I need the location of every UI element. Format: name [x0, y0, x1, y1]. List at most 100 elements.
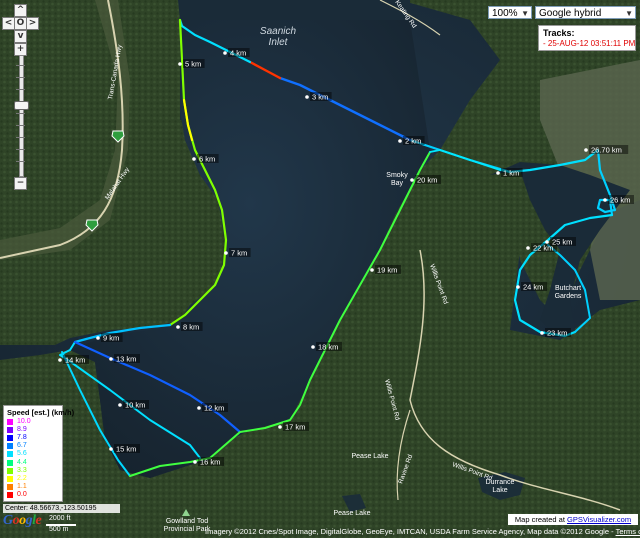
- km-marker-dot: [109, 357, 113, 361]
- smoky-bay-label-2: Bay: [391, 180, 404, 187]
- km-marker-dot: [58, 358, 62, 362]
- legend-swatch: [7, 483, 13, 490]
- km-marker-dot: [540, 331, 544, 335]
- km-marker-dot: [370, 268, 374, 272]
- zoom-percent-select[interactable]: 100% ▼: [488, 6, 532, 19]
- km-marker-label: 16 km: [200, 458, 220, 467]
- legend-value: 5.6: [17, 450, 27, 458]
- legend-entry: 7.8: [7, 434, 59, 442]
- map-type-select[interactable]: Google hybrid ▼: [535, 6, 636, 19]
- zoom-slider-track[interactable]: [19, 55, 24, 177]
- legend-swatch: [7, 491, 13, 498]
- map-type-value: Google hybrid: [539, 8, 602, 19]
- legend-value: 3.3: [17, 466, 27, 474]
- credit-prefix: Map created at: [514, 515, 568, 524]
- legend-swatch: [7, 475, 13, 482]
- legend-value: 8.9: [17, 426, 27, 434]
- km-marker-label: 19 km: [377, 266, 397, 275]
- km-marker-label: 4 km: [230, 49, 246, 58]
- km-marker-label: 17 km: [285, 423, 305, 432]
- zoom-tick: [16, 65, 25, 66]
- km-marker-label: 14 km: [65, 356, 85, 365]
- inlet-name-line1: Saanich: [260, 26, 297, 37]
- map-attribution: Imagery ©2012 Cnes/Spot Image, DigitalGl…: [205, 527, 640, 536]
- km-marker-dot: [176, 325, 180, 329]
- legend-value: 4.4: [17, 458, 27, 466]
- satellite-map[interactable]: 1 km 2 km 3 km 4 km 5 km 6 km 7 km 8 km 9 km 10 k…: [0, 0, 640, 538]
- km-marker-dot: [496, 171, 500, 175]
- km-marker-dot: [96, 336, 100, 340]
- pan-right-button[interactable]: >: [26, 17, 39, 30]
- legend-swatch: [7, 435, 13, 442]
- km-marker-label: 20 km: [417, 176, 437, 185]
- km-marker-label: 12 km: [204, 404, 224, 413]
- pan-up-button[interactable]: ^: [14, 4, 27, 17]
- gpsvisualizer-link[interactable]: GPSVisualizer.com: [567, 515, 631, 524]
- tracks-title: Tracks:: [543, 28, 575, 38]
- google-logo-letter: e: [35, 513, 42, 528]
- km-marker-label: 6 km: [199, 155, 215, 164]
- zoom-percent-value: 100%: [492, 8, 518, 19]
- map-scale: 2000 ft 500 m: [46, 515, 76, 533]
- terms-of-use-link[interactable]: Terms of Use: [616, 527, 640, 536]
- km-marker-dot: [516, 285, 520, 289]
- km-marker-label: 9 km: [103, 334, 119, 343]
- zoom-tick: [16, 89, 25, 90]
- pease-lake-label: Pease Lake: [352, 453, 389, 460]
- zoom-tick: [16, 161, 25, 162]
- km-marker-dot: [398, 139, 402, 143]
- google-logo[interactable]: Google: [3, 513, 42, 529]
- google-logo-letter: G: [3, 513, 13, 528]
- legend-entry: 10.0: [7, 418, 59, 426]
- km-marker-label: 23 km: [547, 329, 567, 338]
- legend-entry: 5.6: [7, 450, 59, 458]
- legend-entry: 4.4: [7, 458, 59, 466]
- legend-value: 2.2: [17, 474, 27, 482]
- legend-value: 6.7: [17, 442, 27, 450]
- center-coordinates: Center: 48.56673,-123.50195: [3, 504, 120, 513]
- km-marker-dot: [278, 425, 282, 429]
- chevron-down-icon: ▼: [625, 9, 633, 18]
- attribution-text: Imagery ©2012 Cnes/Spot Image, DigitalGl…: [205, 527, 616, 536]
- gardens-label-1: Butchart: [555, 285, 581, 292]
- km-marker-dot: [178, 62, 182, 66]
- gardens-label-2: Gardens: [555, 293, 582, 300]
- km-marker-dot: [526, 246, 530, 250]
- km-marker-label: 26 km: [610, 196, 630, 205]
- km-marker-label: 8 km: [183, 323, 199, 332]
- credit-box: Map created at GPSVisualizer.com: [508, 514, 638, 525]
- km-marker-label: 26.70 km: [591, 146, 622, 155]
- legend-swatch: [7, 459, 13, 466]
- zoom-slider-handle[interactable]: [14, 101, 29, 110]
- legend-entry: 2.2: [7, 475, 59, 483]
- chevron-down-icon: ▼: [521, 9, 529, 18]
- km-marker-label: 2 km: [405, 137, 421, 146]
- legend-value: 0.0: [17, 490, 27, 498]
- km-marker-label: 13 km: [116, 355, 136, 364]
- km-marker-dot: [109, 447, 113, 451]
- km-marker-dot: [223, 51, 227, 55]
- zoom-out-button[interactable]: −: [14, 177, 27, 190]
- km-marker-label: 15 km: [116, 445, 136, 454]
- zoom-tick: [16, 113, 25, 114]
- inlet-name-line2: Inlet: [269, 37, 289, 48]
- legend-value: 7.8: [17, 434, 27, 442]
- scale-bottom-label: 500 m: [49, 526, 69, 533]
- km-marker-label: 18 km: [318, 343, 338, 352]
- legend-entry: 6.7: [7, 442, 59, 450]
- zoom-tick: [16, 77, 25, 78]
- legend-value: 10.0: [17, 418, 31, 426]
- pan-down-button[interactable]: v: [14, 30, 27, 43]
- km-marker-label: 25 km: [552, 238, 572, 247]
- track-list-item[interactable]: - 25-AUG-12 03:51:11 PM: [543, 38, 635, 49]
- zoom-tick: [16, 125, 25, 126]
- km-marker-label: 3 km: [312, 93, 328, 102]
- legend-entry: 1.1: [7, 483, 59, 491]
- km-marker-dot: [224, 251, 228, 255]
- legend-value: 1.1: [17, 482, 27, 490]
- speed-legend: Speed [est.] (km/h) 10.0 8.9 7.8 6.7 5.6 4.4 3…: [3, 405, 74, 502]
- km-marker-dot: [584, 148, 588, 152]
- km-marker: 26.70 km: [584, 145, 629, 155]
- km-marker-dot: [305, 95, 309, 99]
- gowlland-label-1: Gowlland Tod: [166, 518, 208, 525]
